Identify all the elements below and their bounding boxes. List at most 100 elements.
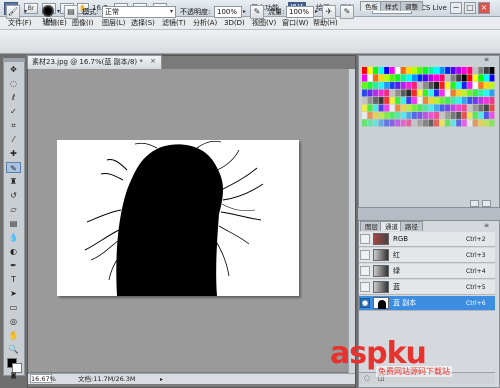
swatch-cell[interactable] bbox=[478, 97, 484, 104]
swatch-cell[interactable] bbox=[389, 97, 395, 104]
swatch-cell[interactable] bbox=[417, 119, 423, 127]
swatch-cell[interactable] bbox=[439, 74, 445, 82]
swatch-cell[interactable] bbox=[428, 82, 434, 89]
swatch-cell[interactable] bbox=[411, 67, 417, 74]
swatch-cell[interactable] bbox=[428, 112, 434, 119]
channel-row[interactable]: 绿 Ctrl+4 bbox=[359, 264, 495, 279]
swatch-cell[interactable] bbox=[472, 74, 478, 82]
swatch-cell[interactable] bbox=[439, 97, 445, 104]
swatch-cell[interactable] bbox=[445, 112, 451, 119]
swatch-cell[interactable] bbox=[489, 67, 495, 74]
swatch-cell[interactable] bbox=[378, 97, 384, 104]
delete-swatch-icon[interactable] bbox=[482, 200, 491, 207]
swatch-cell[interactable] bbox=[367, 119, 373, 127]
swatch-cell[interactable] bbox=[411, 82, 417, 89]
swatch-cell[interactable] bbox=[384, 67, 390, 74]
swatch-cell[interactable] bbox=[472, 104, 478, 112]
swatches-grid[interactable] bbox=[362, 67, 495, 127]
swatch-cell[interactable] bbox=[395, 74, 401, 82]
swatch-cell[interactable] bbox=[478, 104, 484, 112]
tablet-size-icon[interactable]: ✎ bbox=[340, 5, 354, 19]
flow-dropdown-icon[interactable]: ▸ bbox=[315, 8, 318, 15]
gradient-tool-icon[interactable]: ▤ bbox=[6, 218, 21, 229]
swatch-cell[interactable] bbox=[450, 112, 456, 119]
close-button[interactable]: × bbox=[478, 2, 490, 14]
panel-menu-icon[interactable]: ≡ bbox=[484, 56, 489, 63]
swatch-cell[interactable] bbox=[467, 82, 473, 89]
channel-row-selected[interactable]: ● 蓝 副本 Ctrl+6 bbox=[359, 296, 495, 311]
swatch-cell[interactable] bbox=[445, 104, 451, 112]
swatch-cell[interactable] bbox=[461, 104, 467, 112]
swatch-cell[interactable] bbox=[389, 112, 395, 119]
swatch-cell[interactable] bbox=[378, 89, 384, 97]
swatch-cell[interactable] bbox=[478, 89, 484, 97]
swatch-cell[interactable] bbox=[406, 74, 412, 82]
swatch-cell[interactable] bbox=[483, 97, 489, 104]
swatch-cell[interactable] bbox=[445, 74, 451, 82]
swatch-cell[interactable] bbox=[456, 67, 462, 74]
swatch-cell[interactable] bbox=[456, 97, 462, 104]
cs-live-label[interactable]: CS Live bbox=[421, 2, 447, 15]
swatch-cell[interactable] bbox=[456, 104, 462, 112]
swatch-cell[interactable] bbox=[389, 74, 395, 82]
healing-brush-tool-icon[interactable]: ✚ bbox=[6, 148, 21, 159]
swatch-cell[interactable] bbox=[417, 104, 423, 112]
swatch-cell[interactable] bbox=[373, 82, 379, 89]
swatch-cell[interactable] bbox=[428, 74, 434, 82]
swatch-cell[interactable] bbox=[406, 104, 412, 112]
swatch-cell[interactable] bbox=[411, 104, 417, 112]
swatch-cell[interactable] bbox=[367, 112, 373, 119]
swatch-cell[interactable] bbox=[428, 97, 434, 104]
swatch-cell[interactable] bbox=[400, 89, 406, 97]
swatch-cell[interactable] bbox=[445, 67, 451, 74]
swatch-cell[interactable] bbox=[439, 89, 445, 97]
swatch-cell[interactable] bbox=[489, 104, 495, 112]
swatch-cell[interactable] bbox=[489, 89, 495, 97]
swatch-cell[interactable] bbox=[439, 82, 445, 89]
swatch-cell[interactable] bbox=[467, 104, 473, 112]
swatch-cell[interactable] bbox=[384, 89, 390, 97]
swatch-cell[interactable] bbox=[362, 89, 367, 97]
opacity-field[interactable]: 100% bbox=[214, 6, 242, 18]
swatch-cell[interactable] bbox=[384, 119, 390, 127]
swatch-cell[interactable] bbox=[384, 82, 390, 89]
load-selection-icon[interactable]: ◌ bbox=[364, 374, 370, 382]
swatch-cell[interactable] bbox=[439, 112, 445, 119]
flow-field[interactable]: 100% bbox=[286, 6, 314, 18]
swatch-cell[interactable] bbox=[406, 89, 412, 97]
swatch-cell[interactable] bbox=[450, 97, 456, 104]
swatch-cell[interactable] bbox=[434, 119, 439, 127]
swatch-cell[interactable] bbox=[378, 67, 384, 74]
swatch-cell[interactable] bbox=[389, 104, 395, 112]
swatch-cell[interactable] bbox=[467, 67, 473, 74]
swatch-cell[interactable] bbox=[367, 97, 373, 104]
swatch-cell[interactable] bbox=[483, 74, 489, 82]
swatch-cell[interactable] bbox=[362, 97, 367, 104]
swatch-cell[interactable] bbox=[406, 82, 412, 89]
swatch-cell[interactable] bbox=[483, 67, 489, 74]
swatch-cell[interactable] bbox=[434, 82, 439, 89]
swatch-cell[interactable] bbox=[489, 119, 495, 127]
swatch-cell[interactable] bbox=[439, 104, 445, 112]
swatch-cell[interactable] bbox=[428, 104, 434, 112]
swatch-cell[interactable] bbox=[384, 97, 390, 104]
swatch-cell[interactable] bbox=[434, 67, 439, 74]
minimize-button[interactable]: − bbox=[450, 2, 462, 14]
swatch-cell[interactable] bbox=[461, 74, 467, 82]
tool-preset-dropdown-icon[interactable]: ▾ bbox=[24, 8, 27, 15]
swatch-cell[interactable] bbox=[378, 82, 384, 89]
menu-filter[interactable]: 滤镜(T) bbox=[162, 17, 186, 30]
swatch-cell[interactable] bbox=[461, 112, 467, 119]
quick-selection-tool-icon[interactable]: ✓ bbox=[6, 106, 21, 117]
swatch-cell[interactable] bbox=[422, 82, 428, 89]
channels-menu-icon[interactable]: ≡ bbox=[484, 222, 489, 229]
swatch-cell[interactable] bbox=[411, 112, 417, 119]
swatch-cell[interactable] bbox=[373, 104, 379, 112]
swatch-cell[interactable] bbox=[472, 67, 478, 74]
swatch-cell[interactable] bbox=[417, 112, 423, 119]
swatch-cell[interactable] bbox=[439, 67, 445, 74]
swatch-cell[interactable] bbox=[406, 97, 412, 104]
swatch-cell[interactable] bbox=[478, 74, 484, 82]
swatch-cell[interactable] bbox=[445, 97, 451, 104]
zoom-tool-icon[interactable]: 🔍 bbox=[6, 344, 21, 355]
